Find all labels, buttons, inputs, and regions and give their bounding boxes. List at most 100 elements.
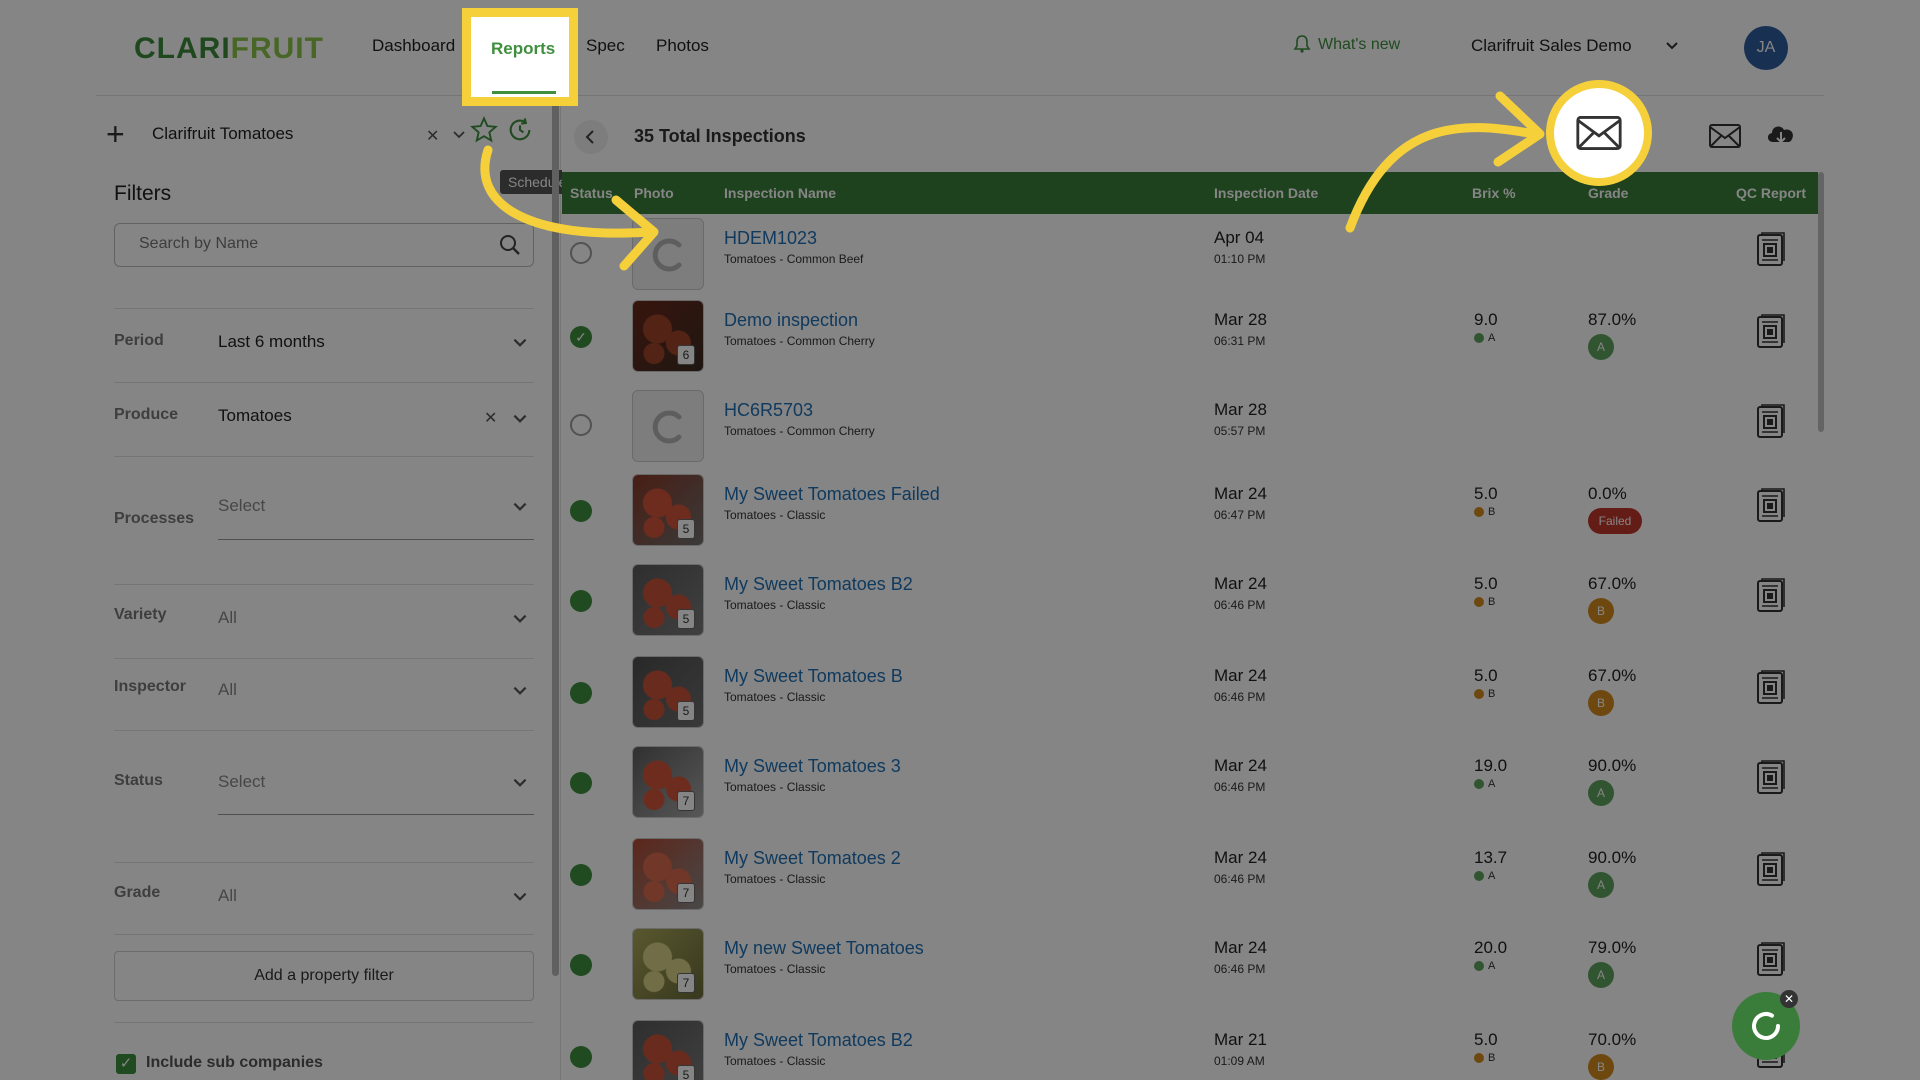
user-avatar[interactable]: JA — [1744, 26, 1788, 70]
inspection-photo[interactable]: 7 — [632, 928, 704, 1000]
qc-report-icon[interactable] — [1752, 488, 1788, 524]
table-row[interactable]: 5 My Sweet Tomatoes B2 Tomatoes - Classic M… — [562, 1016, 1818, 1080]
qc-report-icon[interactable] — [1752, 404, 1788, 440]
brix-grade-dot — [1474, 779, 1484, 790]
search-input[interactable] — [139, 224, 479, 264]
chevron-down-icon[interactable] — [452, 128, 466, 142]
chevron-down-icon[interactable] — [511, 410, 529, 428]
star-icon[interactable] — [470, 116, 498, 144]
inspection-photo[interactable]: 6 — [632, 300, 704, 372]
brix-value: 5.0 — [1474, 484, 1498, 503]
filter-value-inspector[interactable]: All — [218, 680, 237, 700]
table-row[interactable]: HC6R5703 Tomatoes - Common Cherry Mar 28 05… — [562, 386, 1818, 474]
chevron-down-icon[interactable] — [511, 610, 529, 628]
include-sub-companies-checkbox[interactable]: ✓ — [116, 1054, 136, 1074]
grade-badge: A — [1588, 962, 1614, 988]
photo-count-badge: 5 — [677, 1065, 695, 1080]
chevron-down-icon[interactable] — [511, 498, 529, 516]
chevron-down-icon[interactable] — [511, 888, 529, 906]
table-row[interactable]: 5 My Sweet Tomatoes Failed Tomatoes - Clas… — [562, 470, 1818, 558]
brix-value: 5.0 — [1474, 666, 1498, 685]
schedule-icon[interactable] — [506, 116, 534, 144]
qc-report-icon[interactable] — [1752, 760, 1788, 796]
email-icon[interactable] — [1575, 113, 1623, 153]
clarifruit-logo[interactable]: CLARIFRUIT — [134, 32, 324, 66]
email-icon[interactable] — [1708, 122, 1742, 150]
inspection-photo[interactable] — [632, 218, 704, 290]
inspection-name-link[interactable]: My Sweet Tomatoes B — [724, 666, 903, 687]
email-highlight-circle[interactable] — [1546, 80, 1652, 186]
collapse-sidebar-button[interactable] — [574, 120, 608, 154]
table-scrollbar[interactable] — [1818, 172, 1824, 432]
qc-report-icon[interactable] — [1752, 232, 1788, 268]
cloud-download-icon[interactable] — [1764, 120, 1798, 150]
close-icon[interactable]: ✕ — [484, 408, 497, 428]
brix-grade: B — [1474, 1052, 1495, 1064]
close-icon[interactable]: ✕ — [1780, 990, 1798, 1008]
inspection-date: Mar 21 — [1214, 1030, 1267, 1049]
qc-report-icon[interactable] — [1752, 578, 1788, 614]
inspection-name-link[interactable]: My Sweet Tomatoes B2 — [724, 574, 913, 595]
sidebar-scrollbar[interactable] — [552, 96, 559, 976]
chevron-down-icon[interactable] — [511, 334, 529, 352]
qc-report-icon[interactable] — [1752, 314, 1788, 350]
column-inspection-date[interactable]: Inspection Date — [1214, 185, 1318, 201]
close-icon[interactable]: ✕ — [426, 126, 439, 146]
inspection-name-link[interactable]: My Sweet Tomatoes B2 — [724, 1030, 913, 1051]
table-row[interactable]: ✓ 6 Demo inspection Tomatoes - Common Cherr… — [562, 296, 1818, 384]
inspection-photo[interactable]: 5 — [632, 656, 704, 728]
table-row[interactable]: 5 My Sweet Tomatoes B Tomatoes - Classic Ma… — [562, 652, 1818, 740]
whats-new-link[interactable]: What's new — [1318, 36, 1400, 54]
qc-report-icon[interactable] — [1752, 942, 1788, 978]
column-brix[interactable]: Brix % — [1472, 185, 1516, 201]
filter-value-variety[interactable]: All — [218, 608, 237, 628]
filter-value-period[interactable]: Last 6 months — [218, 332, 325, 352]
table-row[interactable]: 5 My Sweet Tomatoes B2 Tomatoes - Classic M… — [562, 560, 1818, 648]
column-inspection-name[interactable]: Inspection Name — [724, 185, 836, 201]
inspection-name-link[interactable]: My Sweet Tomatoes 2 — [724, 848, 901, 869]
filter-value-produce[interactable]: Tomatoes — [218, 406, 292, 426]
nav-dashboard[interactable]: Dashboard — [372, 36, 455, 56]
inspection-photo[interactable]: 5 — [632, 564, 704, 636]
column-qc-report[interactable]: QC Report — [1736, 185, 1806, 201]
chevron-down-icon[interactable] — [511, 774, 529, 792]
inspection-name-link[interactable]: My Sweet Tomatoes 3 — [724, 756, 901, 777]
plus-icon[interactable]: + — [106, 118, 125, 150]
search-icon[interactable] — [499, 234, 521, 256]
inspection-photo[interactable]: 7 — [632, 746, 704, 818]
inspection-name-link[interactable]: My Sweet Tomatoes Failed — [724, 484, 940, 505]
qc-report-icon[interactable] — [1752, 852, 1788, 888]
saved-view-name[interactable]: Clarifruit Tomatoes — [152, 124, 293, 144]
table-row[interactable]: HDEM1023 Tomatoes - Common Beef Apr 04 01:1… — [562, 214, 1818, 302]
inspection-photo[interactable]: 5 — [632, 1020, 704, 1080]
table-row[interactable]: 7 My Sweet Tomatoes 3 Tomatoes - Classic Ma… — [562, 742, 1818, 830]
nav-photos[interactable]: Photos — [656, 36, 709, 56]
add-property-filter-button[interactable]: Add a property filter — [114, 951, 534, 1001]
nav-spec[interactable]: Spec — [586, 36, 625, 56]
inspection-name-link[interactable]: My new Sweet Tomatoes — [724, 938, 924, 959]
table-row[interactable]: 7 My new Sweet Tomatoes Tomatoes - Classic… — [562, 924, 1818, 1012]
inspection-produce: Tomatoes - Classic — [724, 508, 826, 522]
inspection-name-link[interactable]: HDEM1023 — [724, 228, 817, 249]
filter-value-status[interactable]: Select — [218, 772, 265, 792]
inspection-name-link[interactable]: HC6R5703 — [724, 400, 813, 421]
chevron-down-icon[interactable] — [511, 682, 529, 700]
inspection-photo[interactable]: 7 — [632, 838, 704, 910]
filter-value-processes[interactable]: Select — [218, 496, 265, 516]
table-header: Status Photo Inspection Name Inspection … — [562, 172, 1818, 214]
inspection-name-link[interactable]: Demo inspection — [724, 310, 858, 331]
total-inspections: 35 Total Inspections — [634, 126, 806, 146]
divider — [114, 730, 534, 731]
column-status[interactable]: Status — [570, 185, 613, 201]
inspection-time: 01:09 AM — [1214, 1054, 1265, 1068]
qc-report-icon[interactable] — [1752, 670, 1788, 706]
chevron-down-icon[interactable] — [1664, 38, 1680, 54]
column-photo[interactable]: Photo — [634, 185, 674, 201]
company-selector[interactable]: Clarifruit Sales Demo — [1471, 36, 1632, 56]
table-row[interactable]: 7 My Sweet Tomatoes 2 Tomatoes - Classic Ma… — [562, 834, 1818, 922]
nav-reports-highlighted[interactable]: Reports — [491, 39, 555, 59]
inspection-photo[interactable]: 5 — [632, 474, 704, 546]
filter-value-grade[interactable]: All — [218, 886, 237, 906]
column-grade[interactable]: Grade — [1588, 185, 1628, 201]
inspection-photo[interactable] — [632, 390, 704, 462]
